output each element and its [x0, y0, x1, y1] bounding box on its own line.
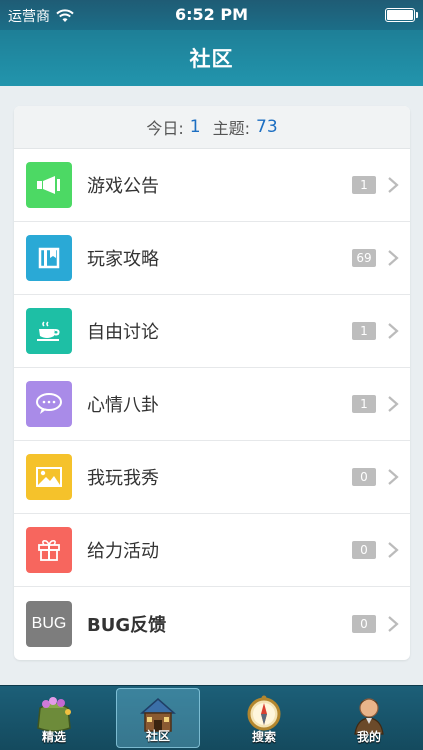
- forum-label: 给力活动: [87, 541, 159, 562]
- forum-label: BUG反馈: [87, 614, 167, 636]
- page-title: 社区: [189, 47, 234, 71]
- megaphone-icon: [26, 162, 72, 208]
- forum-row-guides[interactable]: 玩家攻略 69: [14, 222, 410, 295]
- forum-label: 游戏公告: [87, 176, 159, 197]
- post-count-badge: 0: [352, 614, 376, 633]
- post-count-badge: 69: [352, 249, 376, 267]
- forum-label: 玩家攻略: [87, 249, 159, 270]
- tab-featured[interactable]: 精选: [12, 688, 96, 748]
- chevron-right-icon: [388, 177, 399, 193]
- chevron-right-icon: [388, 615, 399, 632]
- book-icon: [26, 235, 72, 281]
- forum-list-card: 今日: 1 主题: 73 游戏公告 1 玩家攻略 69 自由讨论 1 心情八卦 …: [14, 106, 410, 660]
- battery-icon: [385, 8, 418, 22]
- topics-label: 主题:: [212, 119, 250, 138]
- status-time: 6:52 PM: [174, 5, 248, 24]
- chevron-right-icon: [388, 323, 399, 339]
- chat-bubble-icon: [26, 381, 72, 427]
- tab-label: 精选: [41, 730, 66, 744]
- tab-label: 社区: [145, 729, 170, 743]
- forum-label: 心情八卦: [87, 395, 159, 416]
- post-count-badge: 1: [352, 395, 376, 413]
- stats-header: 今日: 1 主题: 73: [14, 106, 410, 149]
- tab-label: 搜索: [251, 730, 276, 744]
- forum-row-events[interactable]: 给力活动 0: [14, 514, 410, 587]
- forum-label: 我玩我秀: [87, 468, 159, 489]
- post-count-badge: 1: [352, 176, 376, 194]
- forum-row-gossip[interactable]: 心情八卦 1: [14, 368, 410, 441]
- today-label: 今日:: [146, 119, 184, 138]
- forum-label: 自由讨论: [87, 322, 159, 343]
- chevron-right-icon: [388, 396, 399, 412]
- tab-label: 我的: [356, 730, 381, 744]
- forum-row-discussion[interactable]: 自由讨论 1: [14, 295, 410, 368]
- forum-row-announcements[interactable]: 游戏公告 1: [14, 149, 410, 222]
- gift-icon: [26, 527, 72, 573]
- post-count-badge: 1: [352, 322, 376, 340]
- tab-mine[interactable]: 我的: [327, 688, 411, 748]
- post-count-badge: 0: [352, 468, 376, 486]
- status-bar: 运营商 6:52 PM: [0, 0, 423, 30]
- chevron-right-icon: [388, 542, 399, 558]
- tab-bar: 精选 社区 搜索 我的: [0, 685, 423, 750]
- coffee-icon: [26, 308, 72, 354]
- forum-row-showcase[interactable]: 我玩我秀 0: [14, 441, 410, 514]
- today-count: 1: [189, 117, 201, 137]
- tab-community[interactable]: 社区: [116, 688, 200, 748]
- forum-row-bug-report[interactable]: BUG BUG反馈 0: [14, 587, 410, 660]
- chevron-right-icon: [388, 250, 399, 266]
- post-count-badge: 0: [352, 541, 376, 559]
- bug-text-icon: BUG: [26, 600, 72, 647]
- topics-count: 73: [256, 117, 278, 137]
- navigation-bar: 社区: [0, 30, 423, 86]
- picture-icon: [26, 454, 72, 500]
- chevron-right-icon: [388, 469, 399, 485]
- tab-search[interactable]: 搜索: [222, 688, 306, 748]
